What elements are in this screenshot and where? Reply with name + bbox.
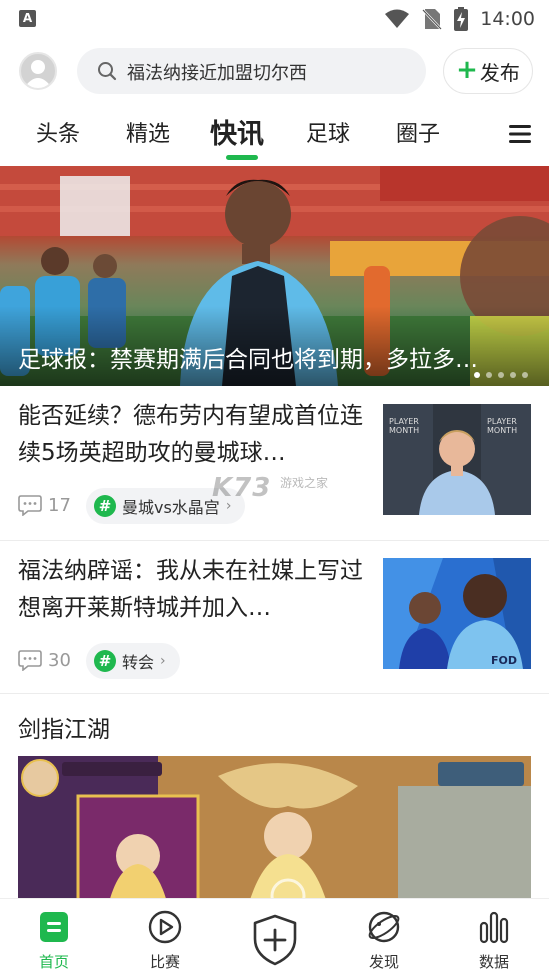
svg-text:MONTH: MONTH xyxy=(487,426,517,435)
play-icon xyxy=(148,910,182,944)
status-icons: 14:00 xyxy=(384,5,535,33)
news-image: PLAYER MONTH PLAYER MONTH xyxy=(383,404,531,515)
bar-chart-icon xyxy=(479,911,509,944)
comment-count[interactable]: 30 xyxy=(18,649,71,671)
watermark-text: 游戏之家 xyxy=(280,476,329,490)
comment-icon xyxy=(18,650,42,671)
nav-matches[interactable]: 比赛 xyxy=(125,899,205,976)
app-notification-icon: A xyxy=(19,10,36,27)
bottom-navigation: 首页 比赛 发现 数据 xyxy=(0,898,549,976)
news-item[interactable]: 能否延续？德布劳内有望成首位连续5场英超助攻的曼城球… PLAYER MONTH… xyxy=(0,386,549,540)
hero-title: 足球报：禁赛期满后合同也将到期，多拉多… xyxy=(18,347,478,373)
active-tab-indicator xyxy=(226,155,258,160)
news-title: 福法纳辟谣：我从未在社媒上写过想离开莱斯特城并加入… xyxy=(18,558,363,621)
carousel-dot xyxy=(474,372,480,378)
wifi-icon xyxy=(385,9,410,28)
nav-create[interactable] xyxy=(235,899,315,976)
avatar[interactable] xyxy=(19,52,57,90)
comment-icon xyxy=(18,495,42,516)
game-ad-image xyxy=(18,756,531,906)
news-title: 能否延续？德布劳内有望成首位连续5场英超助攻的曼城球… xyxy=(18,403,363,466)
svg-text:PLAYER: PLAYER xyxy=(389,417,419,426)
nav-home-label: 首页 xyxy=(38,953,69,971)
no-sim-icon xyxy=(422,9,443,30)
publish-button[interactable]: + 发布 xyxy=(443,48,533,94)
svg-text:PLAYER: PLAYER xyxy=(487,417,517,426)
home-icon xyxy=(40,912,68,942)
carousel-indicator xyxy=(474,372,528,378)
nav-discover[interactable]: 发现 xyxy=(344,899,424,976)
user-icon xyxy=(24,60,52,88)
nav-matches-label: 比赛 xyxy=(149,953,180,971)
hashtag-icon: # xyxy=(94,495,116,517)
shield-plus-icon xyxy=(253,914,297,966)
hero-banner[interactable]: 足球报：禁赛期满后合同也将到期，多拉多… xyxy=(0,166,549,386)
status-bar: A 14:00 xyxy=(0,0,549,38)
news-item[interactable]: 福法纳辟谣：我从未在社媒上写过想离开莱斯特城并加入… FOD 30 # 转会 › xyxy=(0,541,549,693)
search-suggestion: 福法纳接近加盟切尔西 xyxy=(127,63,307,84)
category-tabs: 头条 精选 快讯 足球 圈子 xyxy=(0,108,549,164)
comment-count[interactable]: 17 xyxy=(18,494,71,516)
game-ad-title[interactable]: 剑指江湖 xyxy=(18,710,110,744)
news-thumbnail: PLAYER MONTH PLAYER MONTH xyxy=(383,404,531,515)
carousel-dot xyxy=(510,372,516,378)
news-thumbnail: FOD xyxy=(383,558,531,669)
publish-label: 发布 xyxy=(479,60,520,85)
topic-tag-label: 曼城vs水晶宫 xyxy=(122,498,220,517)
header: 福法纳接近加盟切尔西 + 发布 xyxy=(0,46,549,96)
tab-news-flash[interactable]: 快讯 xyxy=(210,112,264,151)
nav-home[interactable]: 首页 xyxy=(14,899,94,976)
svg-text:FOD: FOD xyxy=(491,654,517,667)
hashtag-icon: # xyxy=(94,650,116,672)
plus-icon: + xyxy=(456,54,478,85)
topic-tag-label: 转会 xyxy=(122,653,155,672)
carousel-dot xyxy=(498,372,504,378)
divider xyxy=(0,693,549,694)
tab-football[interactable]: 足球 xyxy=(306,116,350,148)
tab-headlines[interactable]: 头条 xyxy=(36,116,80,148)
discover-icon xyxy=(368,911,400,943)
clock: 14:00 xyxy=(480,8,535,30)
menu-icon[interactable] xyxy=(509,124,531,144)
nav-discover-label: 发现 xyxy=(368,953,399,971)
carousel-dot xyxy=(486,372,492,378)
game-ad-banner[interactable] xyxy=(18,756,531,906)
nav-data[interactable]: 数据 xyxy=(454,899,534,976)
battery-charging-icon xyxy=(454,7,469,31)
search-icon xyxy=(98,62,117,81)
search-bar[interactable]: 福法纳接近加盟切尔西 xyxy=(77,48,426,94)
watermark-logo: K73 xyxy=(212,473,272,503)
svg-text:MONTH: MONTH xyxy=(389,426,419,435)
tab-featured[interactable]: 精选 xyxy=(126,116,170,148)
chevron-right-icon: › xyxy=(160,653,166,669)
topic-tag[interactable]: # 转会 › xyxy=(86,643,180,679)
tab-circles[interactable]: 圈子 xyxy=(396,116,440,148)
carousel-dot xyxy=(522,372,528,378)
comment-count-value: 30 xyxy=(48,649,71,671)
news-image: FOD xyxy=(383,558,531,669)
comment-count-value: 17 xyxy=(48,494,71,516)
nav-data-label: 数据 xyxy=(478,953,509,971)
